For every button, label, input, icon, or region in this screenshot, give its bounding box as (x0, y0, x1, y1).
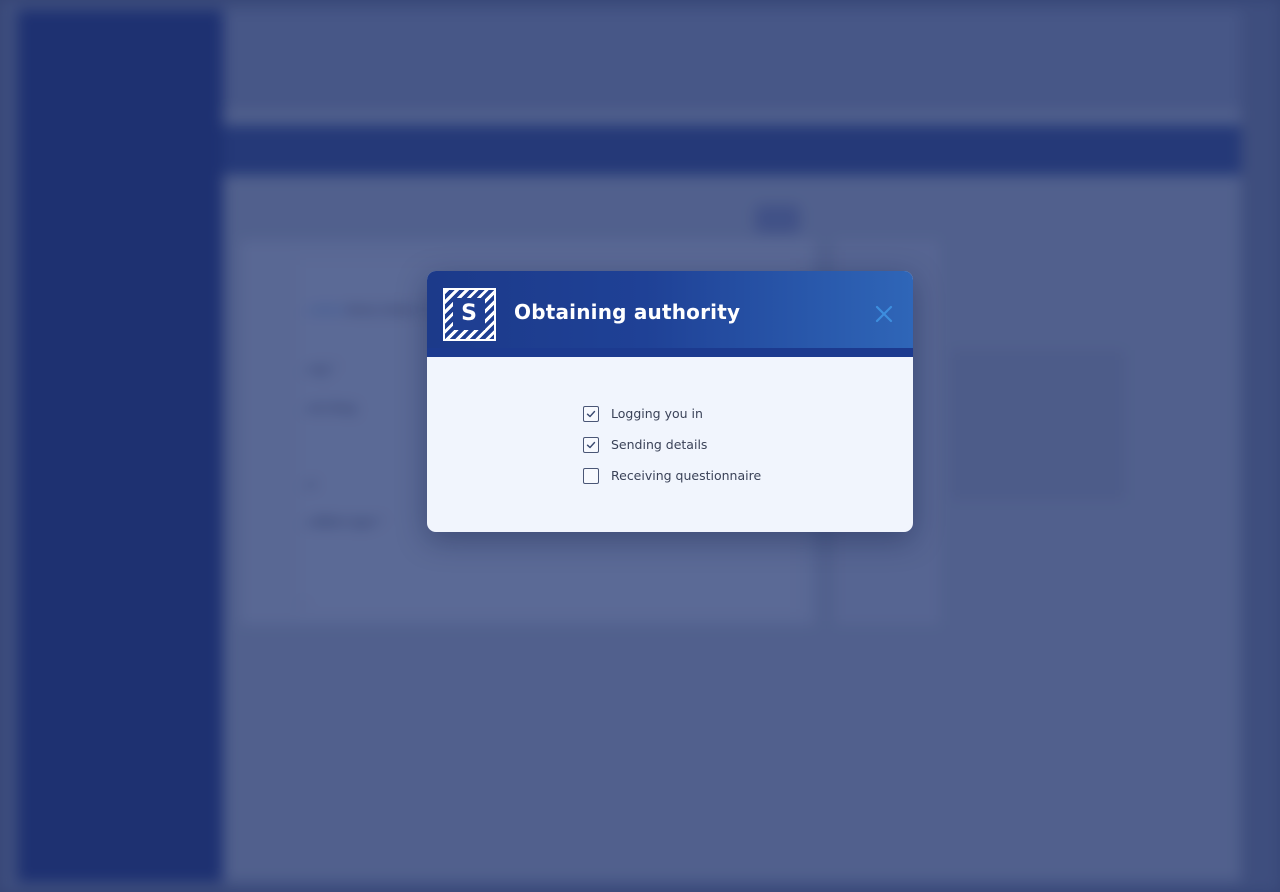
step-checkbox (583, 405, 599, 422)
step-label: Receiving questionnaire (611, 468, 762, 483)
header-stripe (427, 348, 913, 357)
logo: S (443, 288, 496, 341)
modal-header: S Obtaining authority (427, 271, 913, 357)
step-checkbox (583, 467, 599, 484)
close-icon (875, 305, 893, 323)
step-receiving-questionnaire: Receiving questionnaire (583, 460, 761, 491)
close-button[interactable] (872, 302, 896, 326)
step-label: Sending details (611, 437, 708, 452)
step-sending-details: Sending details (583, 429, 761, 460)
modal-title: Obtaining authority (514, 300, 741, 324)
checkmark-icon (586, 410, 596, 417)
authority-modal: S Obtaining authority Logging you in Sen… (427, 271, 913, 532)
logo-letter: S (453, 298, 485, 330)
checkmark-icon (586, 441, 596, 448)
step-label: Logging you in (611, 406, 703, 421)
progress-checklist: Logging you in Sending details Receiving… (583, 398, 761, 491)
step-logging-in: Logging you in (583, 398, 761, 429)
step-checkbox (583, 436, 599, 453)
